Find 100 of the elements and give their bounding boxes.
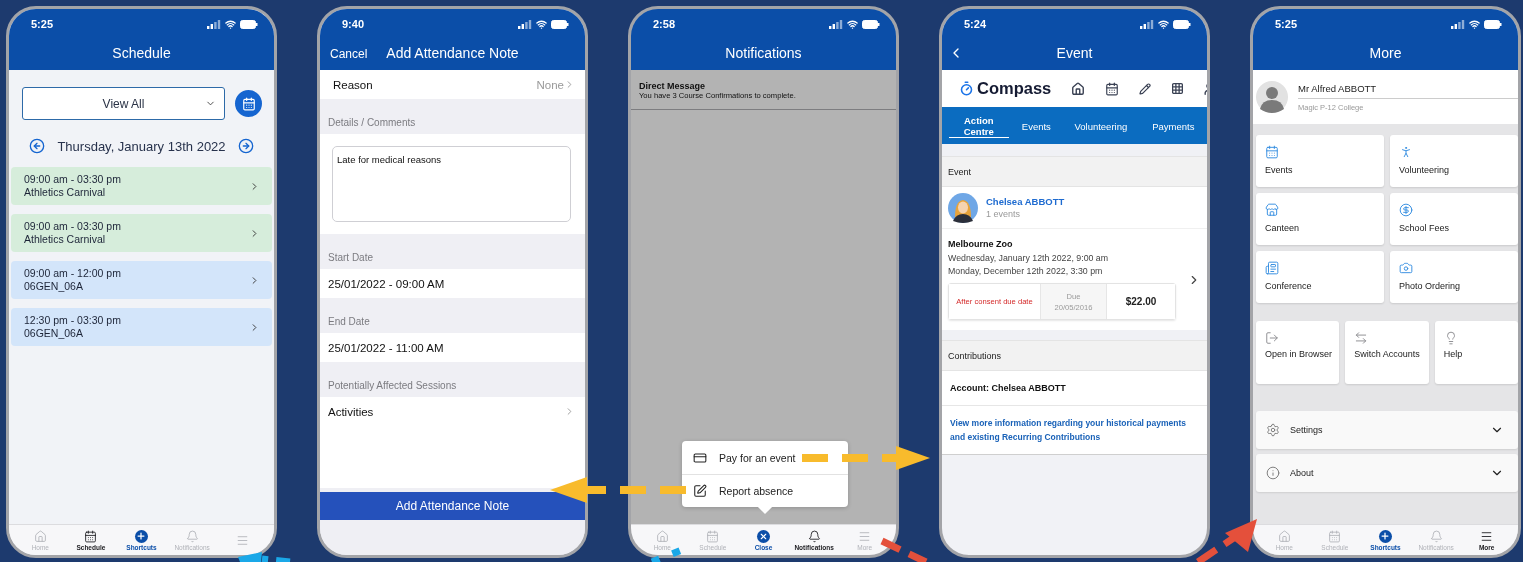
screen-title: Notifications	[724, 44, 803, 61]
section-tab[interactable]: Payments	[1139, 118, 1207, 133]
chevron-icon	[249, 227, 260, 239]
exit-icon	[1265, 331, 1279, 345]
menu-tile[interactable]: Conference	[1256, 251, 1384, 303]
action-tile[interactable]: Help	[1434, 321, 1518, 384]
chevron-icon	[249, 274, 260, 286]
person-avatar	[948, 192, 978, 223]
battery-icon	[862, 19, 880, 29]
menu-icon	[236, 533, 250, 547]
menu-icon	[1480, 529, 1494, 543]
sessions-row[interactable]: Activities	[320, 397, 585, 426]
event-end: Monday, December 12th 2022, 3:30 pm	[948, 265, 1104, 278]
comments-field[interactable]: Late for medical reasons	[332, 146, 571, 222]
section-label: Potentially Affected Sessions	[327, 379, 458, 393]
next-day-icon[interactable]	[237, 138, 254, 154]
status-time: 2:58	[653, 18, 676, 30]
profile-name: Mr Alfred ABBOTT	[1298, 82, 1518, 99]
menu-tile[interactable]: Events	[1256, 135, 1384, 187]
stopwatch-icon	[959, 81, 974, 96]
home-icon[interactable]	[1071, 81, 1086, 96]
signal-icon	[1140, 19, 1154, 29]
date-field[interactable]: 25/01/2022 - 11:00 AM	[320, 333, 585, 362]
pencil-icon[interactable]	[1139, 82, 1152, 95]
previous-day-icon[interactable]	[29, 138, 46, 154]
card-icon	[693, 450, 707, 465]
date-label: Thursday, January 13th 2022	[57, 138, 226, 154]
signal-icon	[829, 19, 843, 29]
calendar-button[interactable]	[235, 90, 262, 117]
section-tab[interactable]: Volunteering	[1064, 118, 1138, 133]
signal-icon	[207, 19, 221, 29]
wifi-icon	[1469, 18, 1480, 30]
event-start: Wednesday, January 12th 2022, 9:00 am	[948, 252, 1110, 265]
section-tab[interactable]: Action Centre	[949, 113, 1009, 138]
chevron-icon	[249, 321, 260, 333]
newspaper-icon	[1265, 261, 1279, 275]
action-tile[interactable]: Switch Accounts	[1345, 321, 1429, 384]
calendar-icon	[1265, 145, 1279, 159]
calendar-icon	[1328, 529, 1342, 543]
reason-label: Reason	[332, 78, 373, 91]
date-field[interactable]: 25/01/2022 - 09:00 AM	[320, 269, 585, 298]
person-icon	[1399, 145, 1413, 159]
event-count: 1 events	[986, 209, 1022, 219]
wifi-icon	[225, 18, 236, 30]
home-icon	[655, 529, 669, 543]
screen-title: Event	[1055, 44, 1094, 61]
edit-icon	[693, 484, 707, 498]
status-time: 5:25	[1275, 18, 1298, 30]
wifi-icon	[536, 18, 547, 30]
menu-item[interactable]: Report absence	[682, 474, 848, 507]
reason-row[interactable]: Reason None	[320, 70, 585, 99]
sessions-label: Activities	[328, 405, 374, 418]
calendar-icon	[84, 529, 98, 543]
menu-tile[interactable]: Volunteering	[1390, 135, 1518, 187]
section-header: Event	[942, 156, 1207, 187]
settings-icon	[1266, 423, 1280, 437]
schedule-entry[interactable]: 12:30 pm - 03:30 pm 06GEN_06A	[11, 308, 272, 346]
menu-tile[interactable]: School Fees	[1390, 193, 1518, 245]
action-tile[interactable]: Open in Browser	[1256, 321, 1340, 384]
battery-icon	[1173, 19, 1191, 29]
dashed-arrow	[1196, 519, 1257, 562]
accordion-header[interactable]: About	[1256, 454, 1518, 492]
battery-icon	[1484, 19, 1502, 29]
section-tab[interactable]: Events	[1010, 118, 1063, 133]
signal-icon	[518, 19, 532, 29]
menu-item[interactable]: Pay for an event	[682, 441, 848, 474]
dashed-line	[880, 537, 928, 562]
calendar-icon[interactable]	[1105, 81, 1120, 96]
section-header: Contributions	[942, 340, 1207, 371]
bell-icon	[185, 529, 199, 543]
accordion-header[interactable]: Settings	[1256, 411, 1518, 449]
screen-title: More	[1368, 44, 1403, 61]
view-filter-dropdown[interactable]: View All	[22, 87, 225, 120]
menu-tile[interactable]: Canteen	[1256, 193, 1384, 245]
profile-avatar	[1256, 81, 1288, 113]
plus-icon	[1379, 529, 1392, 543]
home-icon	[1277, 529, 1291, 543]
coin-icon	[1399, 203, 1413, 217]
person-name[interactable]: Chelsea ABBOTT	[986, 196, 1065, 207]
info-icon	[1266, 466, 1280, 480]
camera-icon	[1399, 261, 1413, 275]
status-time: 9:40	[342, 18, 365, 30]
grid-icon[interactable]	[1171, 82, 1185, 95]
schedule-entry[interactable]: 09:00 am - 03:30 pm Athletics Carnival	[11, 214, 272, 252]
status-time: 5:24	[964, 18, 987, 30]
message-title: Direct Message	[639, 81, 707, 91]
cancel-link[interactable]: Cancel	[320, 46, 368, 61]
chevron-icon	[249, 180, 260, 192]
calendar-icon	[241, 96, 256, 111]
status-time: 5:25	[31, 18, 54, 30]
schedule-entry[interactable]: 09:00 am - 03:30 pm Athletics Carnival	[11, 167, 272, 205]
menu-tile[interactable]: Photo Ordering	[1390, 251, 1518, 303]
section-label: End Date	[327, 315, 371, 329]
plus-icon	[135, 529, 148, 543]
battery-icon	[240, 19, 258, 29]
close-icon	[757, 529, 770, 543]
bell-icon	[1429, 529, 1443, 543]
dashed-arrow	[238, 552, 291, 562]
schedule-entry[interactable]: 09:00 am - 12:00 pm 06GEN_06A	[11, 261, 272, 299]
submit-button[interactable]: Add Attendance Note	[320, 492, 585, 520]
